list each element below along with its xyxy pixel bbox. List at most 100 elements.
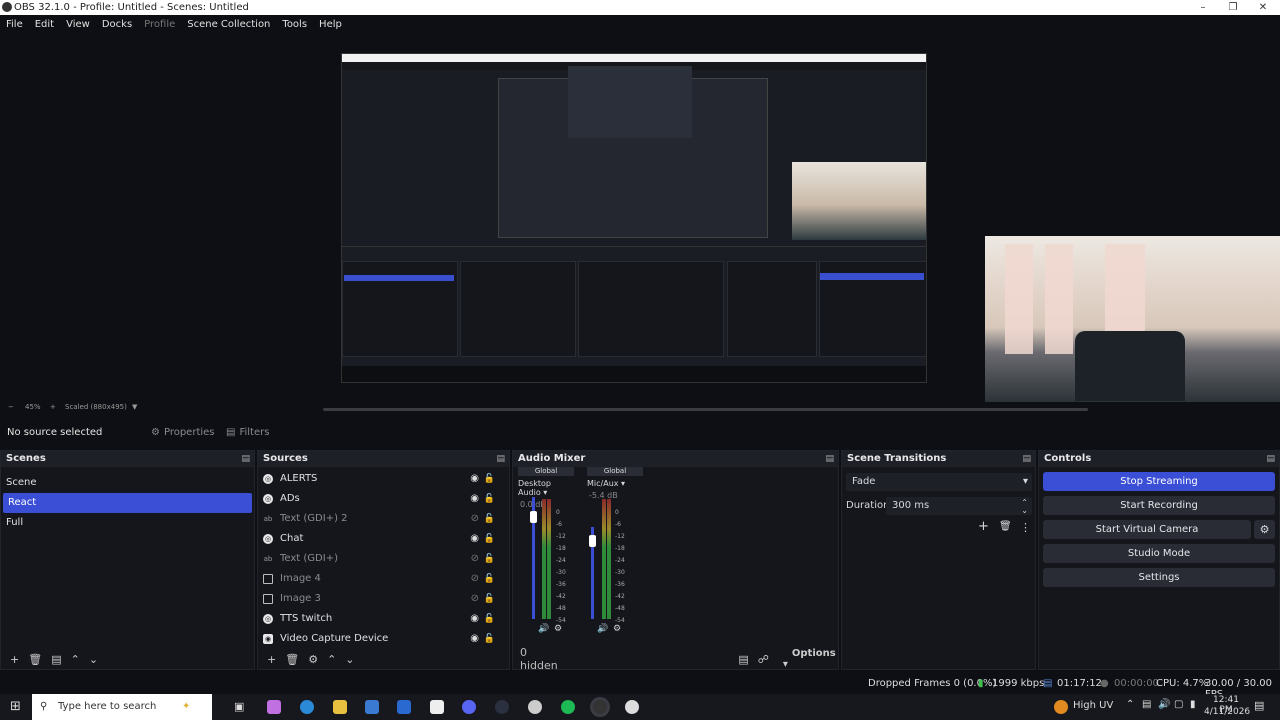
network-icon[interactable]: ▤ [1142, 699, 1151, 710]
move-down-icon[interactable]: ⌄ [89, 653, 98, 666]
taskbar-search[interactable]: ⚲ Type here to search ✦ [32, 694, 212, 720]
menu-docks[interactable]: Docks [96, 19, 138, 30]
move-up-icon[interactable]: ⌃ [327, 653, 336, 666]
source-item[interactable]: ◎ ADs ◉ 🔓 [258, 489, 509, 509]
copilot-icon[interactable] [267, 700, 281, 714]
duration-input[interactable]: 300 ms ⌃ ⌄ [886, 497, 1032, 515]
notepad-icon[interactable] [430, 700, 444, 714]
menu-scene-collection[interactable]: Scene Collection [181, 19, 276, 30]
app2-icon[interactable] [625, 700, 639, 714]
notification-icon[interactable]: ▤ [1254, 699, 1264, 712]
channel-name[interactable]: Mic/Aux ▾ [585, 479, 645, 488]
eye-hidden-icon[interactable]: ⊘ [471, 569, 479, 589]
eye-hidden-icon[interactable]: ⊘ [471, 589, 479, 609]
menu-profile[interactable]: Profile [138, 19, 181, 30]
channel-name[interactable]: Desktop Audio ▾ [516, 479, 576, 497]
filter-icon[interactable]: ▤ [51, 653, 61, 666]
store-icon[interactable] [365, 700, 379, 714]
speaker-icon[interactable]: 🔊 [597, 624, 608, 634]
spin-down-icon[interactable]: ⌄ [1021, 502, 1028, 520]
minimize-icon[interactable]: – [1188, 0, 1218, 15]
lock-icon[interactable]: 🔓 [484, 569, 495, 589]
virtual-camera-settings-icon[interactable]: ⚙ [1254, 520, 1275, 539]
move-down-icon[interactable]: ⌄ [345, 653, 354, 666]
lock-icon[interactable]: 🔓 [484, 549, 495, 569]
mic-icon[interactable]: ▮ [1190, 699, 1196, 710]
display-icon[interactable]: ▢ [1174, 699, 1183, 710]
zoom-out-icon[interactable]: − [8, 403, 14, 411]
weather-text[interactable]: High UV [1073, 700, 1113, 711]
start-recording-button[interactable]: Start Recording [1043, 496, 1275, 515]
tray-chevron-icon[interactable]: ⌃ [1126, 699, 1134, 710]
scene-item-selected[interactable]: React [3, 493, 252, 513]
obs-icon[interactable] [593, 700, 607, 714]
mail-icon[interactable] [397, 700, 411, 714]
source-item[interactable]: ◎ Chat ◉ 🔓 [258, 529, 509, 549]
menu-help[interactable]: Help [313, 19, 348, 30]
add-icon[interactable]: + [10, 653, 19, 666]
eye-icon[interactable]: ◉ [470, 609, 479, 629]
lock-icon[interactable]: 🔓 [484, 629, 495, 649]
eye-icon[interactable]: ◉ [470, 629, 479, 649]
source-item[interactable]: Image 4 ⊘ 🔓 [258, 569, 509, 589]
source-item[interactable]: ab Text (GDI+) ⊘ 🔓 [258, 549, 509, 569]
undock-icon[interactable]: ▤ [825, 451, 834, 467]
properties-button[interactable]: ⚙ Properties [151, 422, 215, 442]
eye-icon[interactable]: ◉ [470, 529, 479, 549]
menu-file[interactable]: File [0, 19, 29, 30]
add-icon[interactable]: + [267, 653, 276, 666]
preview-scrollbar[interactable] [323, 408, 1088, 411]
more-options-icon[interactable]: ⋮ [1020, 521, 1031, 534]
source-item[interactable]: ◎ ALERTS ◉ 🔓 [258, 469, 509, 489]
stop-streaming-button[interactable]: Stop Streaming [1043, 472, 1275, 491]
move-up-icon[interactable]: ⌃ [71, 653, 80, 666]
transition-select[interactable]: Fade ▾ [846, 473, 1032, 491]
source-item[interactable]: Image 3 ⊘ 🔓 [258, 589, 509, 609]
lock-icon[interactable]: 🔓 [484, 589, 495, 609]
layout-icon[interactable]: ▤ [738, 653, 748, 666]
lock-icon[interactable]: 🔓 [484, 489, 495, 509]
windows-start-icon[interactable]: ⊞ [10, 699, 21, 714]
eye-hidden-icon[interactable]: ⊘ [471, 509, 479, 529]
source-item[interactable]: ◉ Video Capture Device ◉ 🔓 [258, 629, 509, 649]
eye-icon[interactable]: ◉ [470, 489, 479, 509]
volume-icon[interactable]: 🔊 [1158, 699, 1170, 710]
add-icon[interactable]: + [978, 519, 989, 534]
spotify-icon[interactable] [561, 700, 575, 714]
trash-icon[interactable]: 🗑 [285, 653, 299, 666]
menu-edit[interactable]: Edit [29, 19, 60, 30]
studio-mode-button[interactable]: Studio Mode [1043, 544, 1275, 563]
discord-icon[interactable] [462, 700, 476, 714]
lock-icon[interactable]: 🔓 [484, 509, 495, 529]
gear-icon[interactable]: ⚙ [308, 653, 318, 666]
gear-icon[interactable]: ⚙ [554, 624, 562, 634]
fader-knob[interactable] [589, 535, 596, 547]
menu-tools[interactable]: Tools [276, 19, 313, 30]
edge-icon[interactable] [300, 700, 314, 714]
zoom-in-icon[interactable]: + [50, 403, 56, 411]
fader-knob[interactable] [530, 511, 537, 523]
restore-icon[interactable]: ❐ [1218, 0, 1248, 15]
options-button[interactable]: Options ▾ [783, 648, 838, 670]
lock-icon[interactable]: 🔓 [484, 529, 495, 549]
scale-dropdown-icon[interactable]: ▼ [132, 403, 137, 411]
trash-icon[interactable]: 🗑 [28, 653, 42, 666]
close-icon[interactable]: ✕ [1248, 0, 1278, 15]
eye-hidden-icon[interactable]: ⊘ [471, 549, 479, 569]
start-virtual-camera-button[interactable]: Start Virtual Camera [1043, 520, 1251, 539]
clock-date[interactable]: 4/11/2026 [1204, 707, 1250, 717]
filters-button[interactable]: ▤ Filters [226, 422, 269, 442]
media-icon[interactable] [495, 700, 509, 714]
settings-button[interactable]: Settings [1043, 568, 1275, 587]
task-view-icon[interactable]: ▣ [234, 700, 244, 713]
app-icon[interactable] [528, 700, 542, 714]
lock-icon[interactable]: 🔓 [484, 469, 495, 489]
scene-item[interactable]: Scene [1, 473, 254, 493]
link-icon[interactable]: ☍ [758, 653, 769, 666]
undock-icon[interactable]: ▤ [241, 451, 250, 467]
undock-icon[interactable]: ▤ [496, 451, 505, 467]
undock-icon[interactable]: ▤ [1022, 451, 1031, 467]
trash-icon[interactable]: 🗑 [999, 521, 1012, 532]
undock-icon[interactable]: ▤ [1266, 451, 1275, 467]
speaker-icon[interactable]: 🔊 [538, 624, 549, 634]
